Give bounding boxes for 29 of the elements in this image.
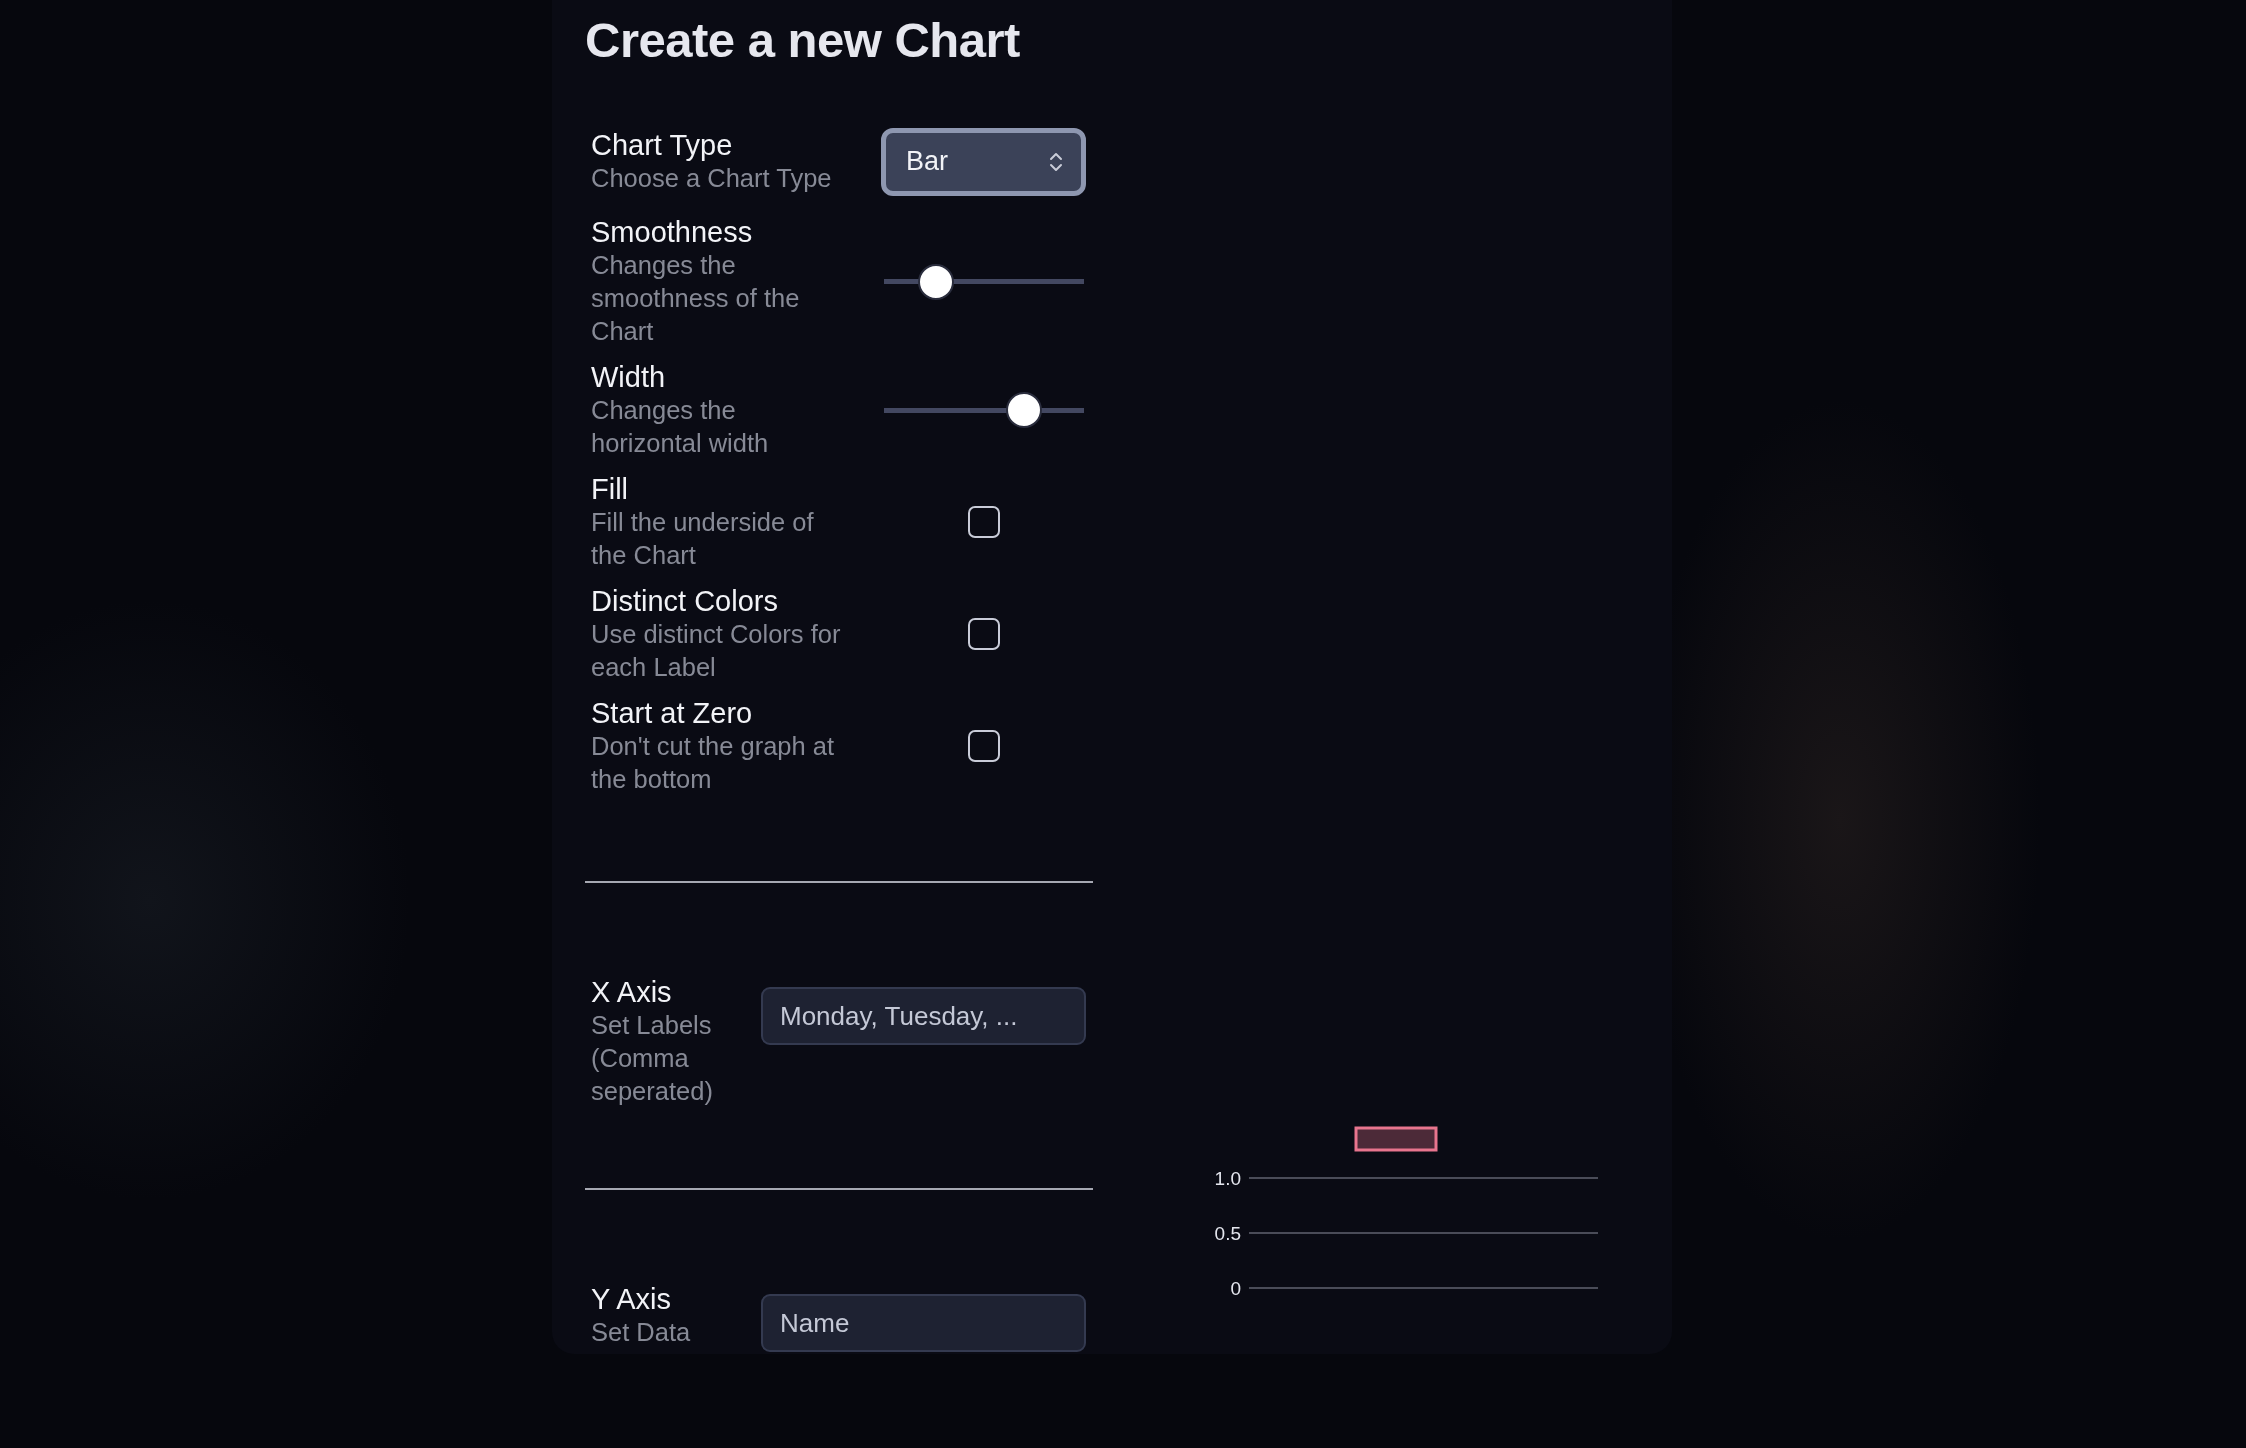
- setting-label: Fill: [591, 472, 630, 506]
- axis-label: X Axis: [591, 975, 673, 1009]
- text-input-field[interactable]: Name: [761, 1294, 1086, 1352]
- setting-description: Fill the underside of the Chart: [591, 507, 815, 571]
- setting-label: Smoothness: [591, 215, 754, 249]
- checkbox[interactable]: [967, 506, 1000, 538]
- setting-label: Distinct Colors: [591, 584, 779, 618]
- y-tick-label: 0: [1230, 1278, 1241, 1299]
- setting-description: Use distinct Colors for each Label: [591, 619, 841, 683]
- axis-description: Set Data: [591, 1317, 692, 1348]
- checkbox[interactable]: [967, 730, 1000, 762]
- setting-description: Don't cut the graph at the bottom: [591, 731, 836, 795]
- text-input-field[interactable]: Monday, Tuesday, ...: [761, 987, 1086, 1045]
- chevron-updown-icon: [1049, 150, 1063, 173]
- y-tick-label: 0.5: [1214, 1223, 1241, 1244]
- axis-description: Set Labels (Comma seperated): [591, 1010, 714, 1107]
- y-tick-label: 1.0: [1214, 1168, 1241, 1189]
- setting-description: Changes the smoothness of the Chart: [591, 250, 801, 347]
- setting-description: Changes the horizontal width: [591, 395, 770, 459]
- slider-thumb[interactable]: [917, 263, 954, 300]
- checkbox[interactable]: [967, 618, 1000, 650]
- setting-label: Width: [591, 360, 667, 394]
- setting-label: Start at Zero: [591, 696, 754, 730]
- setting-label: Chart Type: [591, 128, 734, 162]
- axis-label: Y Axis: [591, 1282, 673, 1316]
- setting-description: Choose a Chart Type: [591, 163, 833, 194]
- slider-thumb[interactable]: [1005, 392, 1042, 428]
- chart-type-select[interactable]: Bar: [881, 127, 1086, 196]
- page-title: Create a new Chart: [585, 12, 1021, 69]
